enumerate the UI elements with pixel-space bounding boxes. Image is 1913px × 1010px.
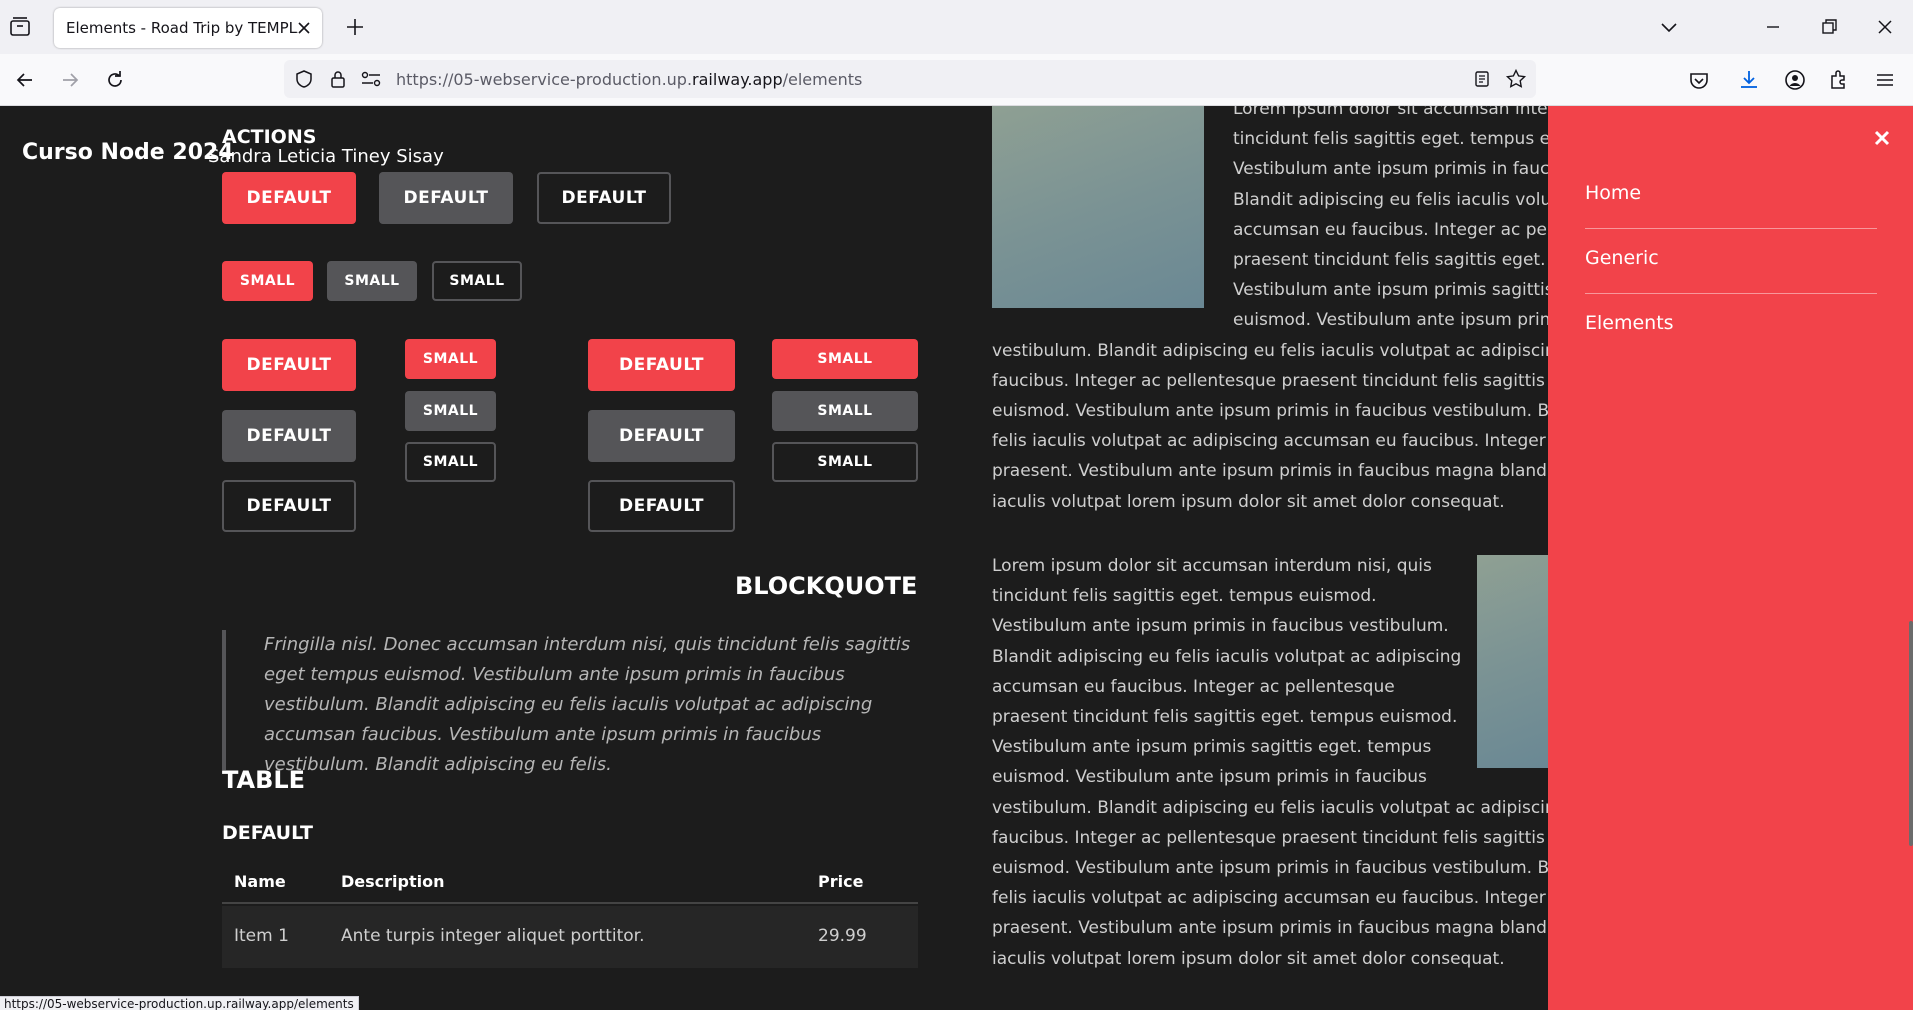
chevron-down-icon[interactable]	[1656, 14, 1682, 40]
paragraph-line: accumsan eu faucibus. Integer ac pellent…	[992, 676, 1395, 697]
paragraph-line: praesent. Vestibulum ante ipsum primis i…	[992, 461, 1548, 482]
minimize-icon[interactable]	[1760, 14, 1786, 40]
paragraph-line: vestibulum. Blandit adipiscing eu felis …	[992, 340, 1548, 361]
paragraph-line: praesent tincidunt felis sagittis eget. …	[992, 707, 1458, 728]
fit-default-primary-button[interactable]: DEFAULT	[588, 339, 735, 391]
default-gray-button[interactable]: DEFAULT	[379, 172, 513, 224]
table-heading: TABLE	[222, 766, 306, 794]
image-right-paragraph: Lorem ipsum dolor sit accumsan interdum …	[992, 551, 1548, 1010]
default-primary-button[interactable]: DEFAULT	[222, 172, 356, 224]
status-bar-url: https://05-webservice-production.up.rail…	[0, 996, 359, 1010]
paragraph-line: faucibus. Integer ac pellentesque praese…	[992, 370, 1548, 391]
paragraph-line: accumsan eu faucibus. Integer ac pellent…	[1233, 219, 1548, 240]
menu-item-home[interactable]: Home	[1585, 164, 1877, 229]
browser-tab-active[interactable]: Elements - Road Trip by TEMPLATED	[54, 8, 322, 48]
browser-nav-bar: https://05-webservice-production.up.rail…	[0, 54, 1913, 106]
paragraph-line: praesent tincidunt felis sagittis eget. …	[1233, 250, 1548, 271]
forward-arrow-icon[interactable]	[57, 67, 83, 93]
paragraph-line: faucibus. Integer ac pellentesque praese…	[992, 827, 1548, 848]
table-row: Item 1 Ante turpis integer aliquet portt…	[222, 906, 918, 968]
paragraph-line: tincidunt felis sagittis eget. tempus eu…	[1233, 129, 1548, 150]
stacked-default-gray-button[interactable]: DEFAULT	[222, 410, 356, 462]
window-close-icon[interactable]	[1872, 14, 1898, 40]
url-bar[interactable]: https://05-webservice-production.up.rail…	[284, 60, 1536, 98]
blockquote: Fringilla nisl. Donec accumsan interdum …	[222, 630, 918, 775]
cell-price: 29.99	[818, 926, 867, 946]
new-tab-icon[interactable]	[344, 16, 366, 38]
site-author: Sandra Leticia Tiney Sisay	[208, 146, 444, 167]
extensions-icon[interactable]	[1826, 67, 1852, 93]
paragraph-line: euismod. Vestibulum ante ipsum primis in…	[992, 767, 1427, 788]
stacked-small-gray-button[interactable]: SMALL	[405, 391, 496, 431]
fit-default-gray-button[interactable]: DEFAULT	[588, 410, 735, 462]
paragraph-line: Vestibulum ante ipsum primis in faucibus…	[1233, 159, 1548, 180]
paragraph-line: iaculis volutpat lorem ipsum dolor sit a…	[992, 948, 1505, 969]
fit-default-outline-button[interactable]: DEFAULT	[588, 480, 735, 532]
paragraph-line: Blandit adipiscing eu felis iaculis volu…	[1233, 189, 1548, 210]
paragraph-line: tincidunt felis sagittis eget. tempus eu…	[992, 586, 1377, 607]
table-subheading: DEFAULT	[222, 822, 314, 844]
back-arrow-icon[interactable]	[12, 67, 38, 93]
site-brand[interactable]: Curso Node 2024	[22, 140, 234, 165]
paragraph-line: euismod. Vestibulum ante ipsum primis in…	[1233, 310, 1548, 331]
cell-name: Item 1	[234, 926, 289, 946]
pocket-icon[interactable]	[1686, 67, 1712, 93]
column-header-description: Description	[341, 872, 445, 891]
reader-view-icon[interactable]	[1472, 69, 1492, 89]
permissions-icon[interactable]	[360, 69, 382, 89]
hamburger-menu-icon[interactable]	[1872, 67, 1898, 93]
stacked-default-primary-button[interactable]: DEFAULT	[222, 339, 356, 391]
table-header-row: Name Description Price	[222, 858, 918, 904]
actions-heading: ACTIONS	[222, 126, 317, 148]
column-header-price: Price	[818, 872, 864, 891]
paragraph-line: Blandit adipiscing eu felis iaculis volu…	[992, 646, 1462, 667]
stacked-small-outline-button[interactable]: SMALL	[405, 442, 496, 482]
paragraph-line: felis iaculis volutpat ac adipiscing acc…	[992, 888, 1548, 909]
menu-item-generic[interactable]: Generic	[1585, 229, 1877, 294]
side-menu: Home Generic Elements	[1548, 106, 1913, 1010]
fit-small-primary-button[interactable]: SMALL	[772, 339, 918, 379]
url-text[interactable]: https://05-webservice-production.up.rail…	[396, 70, 862, 89]
browser-tab-bar: Elements - Road Trip by TEMPLATED	[0, 0, 1913, 54]
stacked-default-outline-button[interactable]: DEFAULT	[222, 480, 356, 532]
paragraph-line: Vestibulum ante ipsum primis sagittis eg…	[992, 737, 1432, 758]
paragraph-line: Vestibulum ante ipsum primis sagittis eg…	[1233, 280, 1548, 301]
fit-small-gray-button[interactable]: SMALL	[772, 391, 918, 431]
tab-title: Elements - Road Trip by TEMPLATED	[66, 19, 298, 37]
small-outline-button[interactable]: SMALL	[432, 261, 522, 301]
lock-icon[interactable]	[328, 69, 348, 89]
blockquote-heading: BLOCKQUOTE	[735, 572, 918, 600]
download-icon[interactable]	[1736, 67, 1762, 93]
paragraph-line: iaculis volutpat lorem ipsum dolor sit a…	[992, 491, 1505, 512]
cell-description: Ante turpis integer aliquet porttitor.	[341, 926, 645, 946]
bookmark-star-icon[interactable]	[1505, 68, 1527, 90]
url-path: /elements	[782, 70, 863, 89]
paragraph-line: Lorem ipsum dolor sit accumsan interdum …	[992, 556, 1432, 576]
column-header-name: Name	[234, 872, 286, 891]
fit-small-outline-button[interactable]: SMALL	[772, 442, 918, 482]
close-menu-icon[interactable]	[1872, 128, 1892, 148]
default-outline-button[interactable]: DEFAULT	[537, 172, 671, 224]
paragraph-line: praesent. Vestibulum ante ipsum primis i…	[992, 918, 1548, 939]
url-prefix: https://05-webservice-production.up.	[396, 70, 693, 89]
small-primary-button[interactable]: SMALL	[222, 261, 313, 301]
paragraph-line: euismod. Vestibulum ante ipsum primis in…	[992, 401, 1548, 422]
page-scrollbar[interactable]	[1909, 621, 1913, 846]
account-icon[interactable]	[1782, 67, 1808, 93]
paragraph-line: felis iaculis volutpat ac adipiscing acc…	[992, 431, 1548, 452]
tab-list-icon[interactable]	[8, 15, 32, 39]
shield-icon[interactable]	[294, 69, 314, 89]
restore-icon[interactable]	[1816, 14, 1842, 40]
paragraph-line: Lorem ipsum dolor sit accumsan interdum …	[1233, 106, 1548, 119]
small-gray-button[interactable]: SMALL	[327, 261, 417, 301]
paragraph-line: Vestibulum ante ipsum primis in faucibus…	[992, 616, 1449, 637]
menu-item-elements[interactable]: Elements	[1585, 294, 1877, 359]
paragraph-line: euismod. Vestibulum ante ipsum primis in…	[992, 858, 1548, 879]
page-content: Curso Node 2024 Sandra Leticia Tiney Sis…	[0, 106, 1913, 1010]
paragraph-line: vestibulum. Blandit adipiscing eu felis …	[992, 797, 1548, 818]
stacked-small-primary-button[interactable]: SMALL	[405, 339, 496, 379]
close-icon[interactable]	[294, 18, 314, 38]
reload-icon[interactable]	[102, 67, 128, 93]
url-domain: railway.app	[692, 70, 783, 89]
